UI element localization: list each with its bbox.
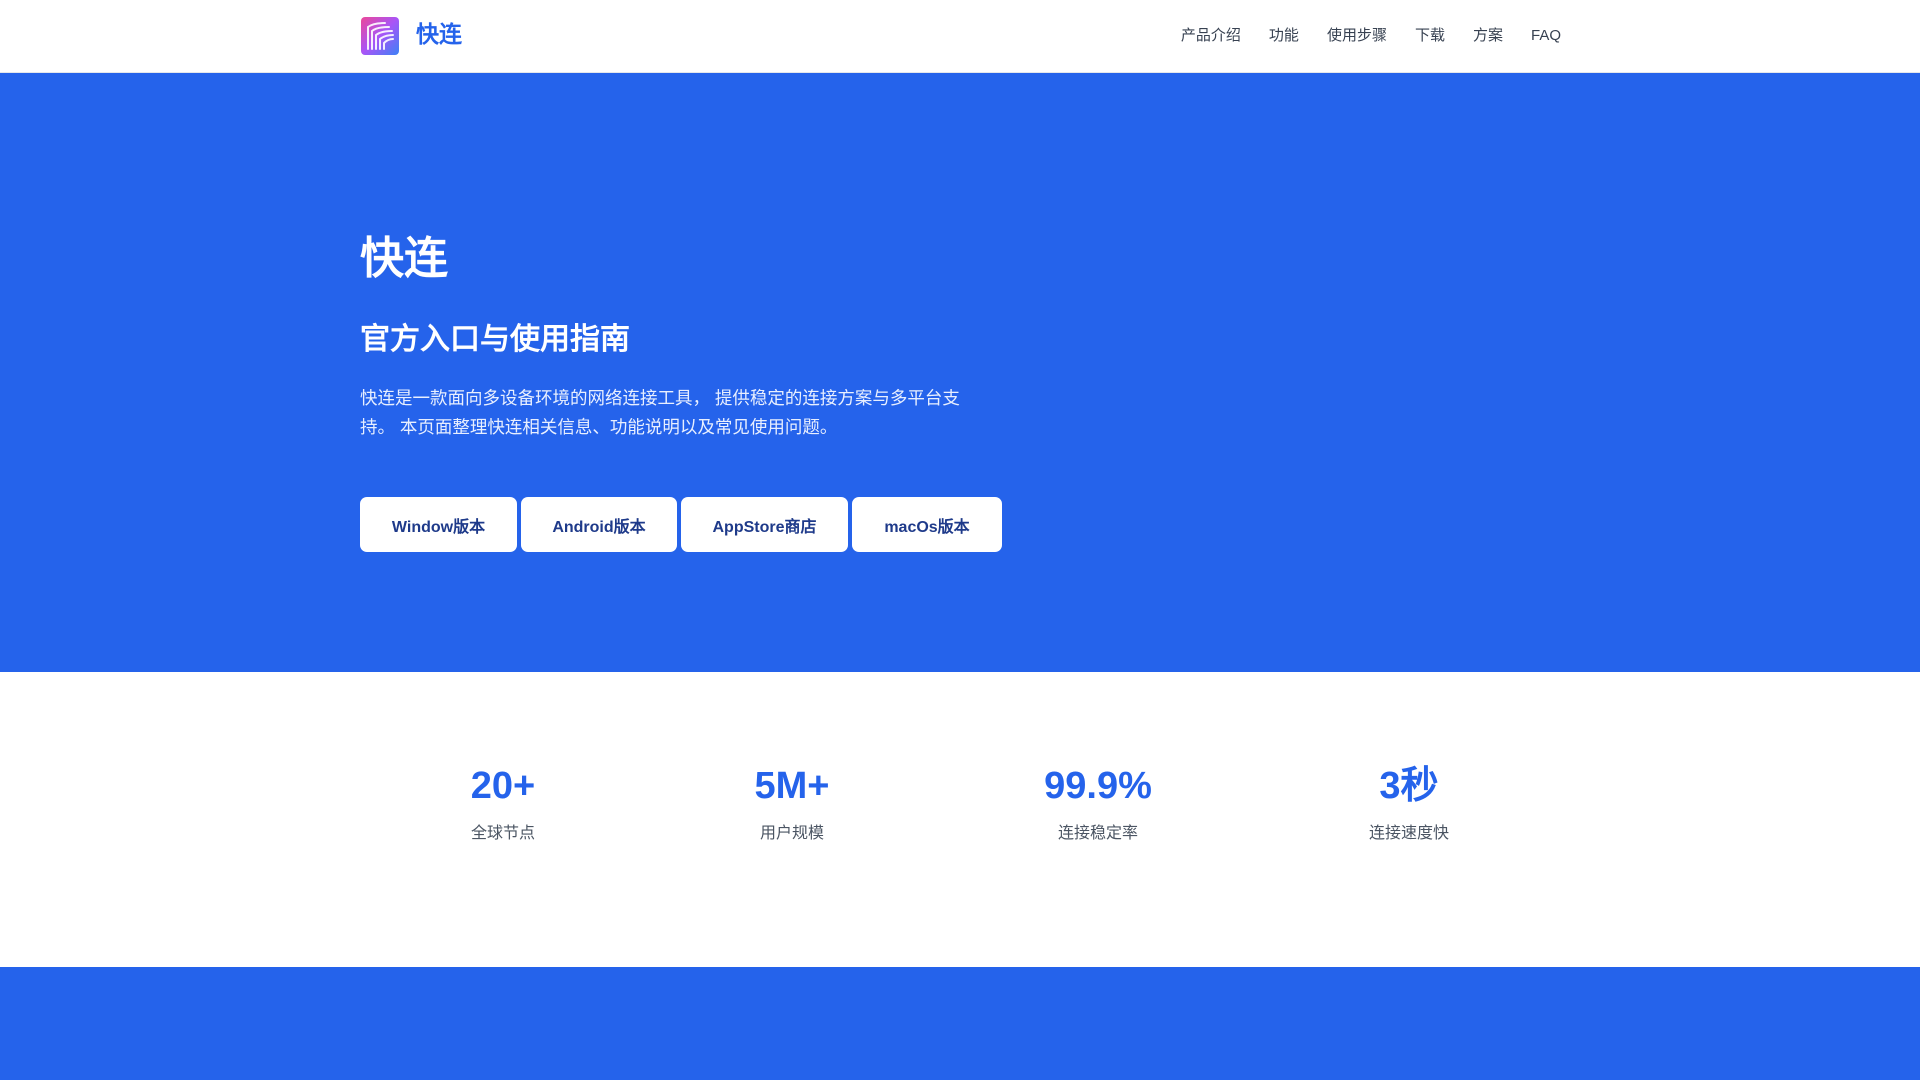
nav-item-plans[interactable]: 方案 <box>1473 24 1503 48</box>
stat-label: 用户规模 <box>759 825 824 842</box>
main-nav: 产品介绍 功能 使用步骤 下载 方案 FAQ <box>1181 24 1561 48</box>
stats-section: 20+ 全球节点 5M+ 用户规模 99.9% 连接稳定率 3秒 连接速度快 <box>0 672 1920 967</box>
stat-label: 全球节点 <box>470 825 535 842</box>
download-buttons: Window版本 Android版本 AppStore商店 macOs版本 <box>360 497 1002 552</box>
brand-name[interactable]: 快连 <box>416 18 462 50</box>
nav-item-features[interactable]: 功能 <box>1269 24 1299 48</box>
windows-download-button[interactable]: Window版本 <box>360 497 517 552</box>
appstore-download-button[interactable]: AppStore商店 <box>681 497 848 552</box>
stat-stability: 99.9% 连接稳定率 <box>998 762 1198 846</box>
stat-label: 连接速度快 <box>1368 825 1449 842</box>
macos-download-button[interactable]: macOs版本 <box>852 497 1002 552</box>
brand-logo-icon[interactable] <box>361 17 399 55</box>
stat-value: 99.9% <box>1044 765 1152 807</box>
hero-title: 快连 <box>360 234 448 283</box>
next-section-band <box>0 967 1920 1080</box>
stat-value: 3秒 <box>1379 765 1439 807</box>
stat-label: 连接稳定率 <box>1057 825 1138 842</box>
hero-subtitle: 官方入口与使用指南 <box>360 323 630 356</box>
stat-value: 20+ <box>470 765 536 807</box>
stat-users: 5M+ 用户规模 <box>692 762 892 846</box>
nav-item-faq[interactable]: FAQ <box>1531 24 1561 48</box>
nav-item-steps[interactable]: 使用步骤 <box>1327 24 1387 48</box>
android-download-button[interactable]: Android版本 <box>521 497 677 552</box>
site-header: 快连 产品介绍 功能 使用步骤 下载 方案 FAQ <box>0 0 1920 73</box>
hero-description: 快连是一款面向多设备环境的网络连接工具， 提供稳定的连接方案与多平台支持。 本页… <box>360 388 960 437</box>
stat-value: 5M+ <box>754 765 830 807</box>
stat-nodes: 20+ 全球节点 <box>403 762 603 846</box>
hero-section: 快连 官方入口与使用指南 快连是一款面向多设备环境的网络连接工具， 提供稳定的连… <box>0 73 1920 672</box>
nav-item-download[interactable]: 下载 <box>1415 24 1445 48</box>
stat-speed: 3秒 连接速度快 <box>1309 762 1509 846</box>
nav-item-product[interactable]: 产品介绍 <box>1181 24 1241 48</box>
